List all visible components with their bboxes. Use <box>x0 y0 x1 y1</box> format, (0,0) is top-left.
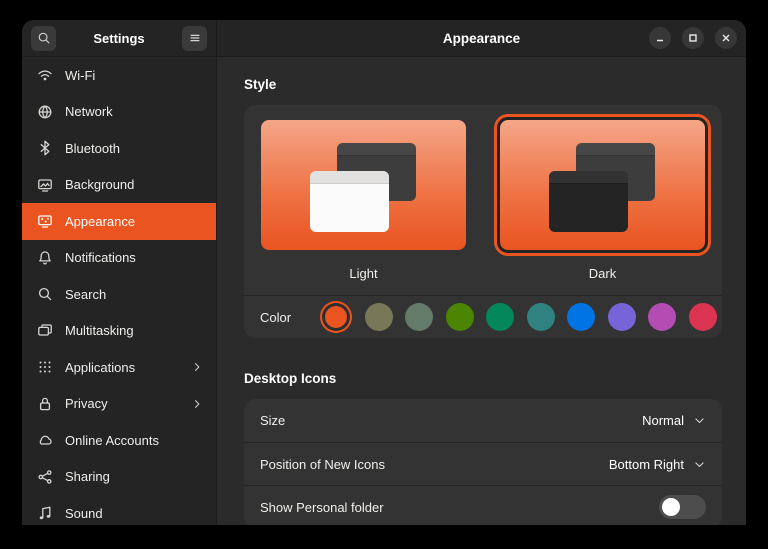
style-option-dark[interactable]: Dark <box>494 114 711 281</box>
position-label: Position of New Icons <box>260 457 385 472</box>
window-controls <box>649 27 746 49</box>
sidebar-item-appearance[interactable]: Appearance <box>22 203 216 240</box>
sidebar-item-search[interactable]: Search <box>22 276 216 313</box>
chevron-down-icon <box>693 458 706 471</box>
sidebar-item-privacy[interactable]: Privacy <box>22 386 216 423</box>
sidebar-item-label: Multitasking <box>65 323 134 338</box>
style-option-label: Dark <box>589 266 616 281</box>
position-of-new-icons-row[interactable]: Position of New Icons Bottom Right <box>244 442 722 485</box>
style-heading: Style <box>244 77 722 92</box>
size-value: Normal <box>642 413 684 428</box>
swatch-sage[interactable] <box>405 303 433 331</box>
sidebar-item-online-accounts[interactable]: Online Accounts <box>22 422 216 459</box>
sidebar-item-label: Privacy <box>65 396 108 411</box>
show-personal-folder-toggle[interactable] <box>659 495 706 519</box>
maximize-button[interactable] <box>682 27 704 49</box>
network-globe-icon <box>37 104 53 120</box>
sidebar-item-sharing[interactable]: Sharing <box>22 459 216 496</box>
wifi-icon <box>37 67 53 83</box>
sound-note-icon <box>37 505 53 521</box>
position-value: Bottom Right <box>609 457 684 472</box>
swatch-viridian[interactable] <box>486 303 514 331</box>
dark-style-preview <box>500 120 705 250</box>
share-icon <box>37 469 53 485</box>
desktop-icons-card: Size Normal Position of New Icons Bottom… <box>244 399 722 525</box>
show-personal-folder-label: Show Personal folder <box>260 500 384 515</box>
close-icon <box>720 32 732 44</box>
applications-grid-icon <box>37 359 53 375</box>
sidebar-item-label: Wi-Fi <box>65 68 95 83</box>
minimize-icon <box>654 32 666 44</box>
sidebar-item-sound[interactable]: Sound <box>22 495 216 525</box>
settings-window: Settings Wi-Fi Network <box>22 20 746 525</box>
swatch-prussian-green[interactable] <box>527 303 555 331</box>
sidebar-item-notifications[interactable]: Notifications <box>22 240 216 277</box>
sidebar-item-multitasking[interactable]: Multitasking <box>22 313 216 350</box>
background-icon <box>37 177 53 193</box>
accent-swatches <box>322 303 717 331</box>
size-row[interactable]: Size Normal <box>244 399 722 442</box>
sidebar-item-label: Search <box>65 287 106 302</box>
style-option-light[interactable]: Light <box>255 114 472 281</box>
swatch-purple[interactable] <box>608 303 636 331</box>
cloud-icon <box>37 432 53 448</box>
show-personal-folder-row: Show Personal folder <box>244 485 722 525</box>
headerbar: Appearance <box>217 20 746 57</box>
chevron-down-icon <box>693 414 706 427</box>
sidebar-item-bluetooth[interactable]: Bluetooth <box>22 130 216 167</box>
accent-color-row: Color <box>244 295 722 338</box>
color-label: Color <box>260 310 291 325</box>
sidebar-item-label: Applications <box>65 360 135 375</box>
swatch-bark[interactable] <box>365 303 393 331</box>
search-icon <box>37 286 53 302</box>
appearance-icon <box>37 213 53 229</box>
sidebar-header: Settings <box>22 20 216 57</box>
sidebar-item-label: Sharing <box>65 469 110 484</box>
appearance-content: Style Light <box>217 57 746 525</box>
minimize-button[interactable] <box>649 27 671 49</box>
search-icon <box>37 31 51 45</box>
hamburger-icon <box>188 31 202 45</box>
bell-icon <box>37 250 53 266</box>
sidebar-item-label: Appearance <box>65 214 135 229</box>
swatch-red[interactable] <box>689 303 717 331</box>
sidebar-item-applications[interactable]: Applications <box>22 349 216 386</box>
swatch-orange[interactable] <box>325 306 347 328</box>
sidebar-list: Wi-Fi Network Bluetooth <box>22 57 216 525</box>
bluetooth-icon <box>37 140 53 156</box>
sidebar-item-label: Online Accounts <box>65 433 159 448</box>
toggle-knob <box>662 498 680 516</box>
main-pane: Appearance <box>217 20 746 525</box>
chevron-right-icon <box>191 398 203 410</box>
style-option-label: Light <box>349 266 377 281</box>
sidebar-item-label: Network <box>65 104 113 119</box>
swatch-olive[interactable] <box>446 303 474 331</box>
swatch-magenta[interactable] <box>648 303 676 331</box>
sidebar-item-background[interactable]: Background <box>22 167 216 204</box>
light-style-preview <box>261 120 466 250</box>
desktop-icons-heading: Desktop Icons <box>244 371 722 386</box>
sidebar-item-label: Notifications <box>65 250 136 265</box>
sidebar-item-label: Background <box>65 177 134 192</box>
sidebar-item-label: Sound <box>65 506 103 521</box>
style-card: Light Dark Color <box>244 105 722 338</box>
menu-button[interactable] <box>182 26 207 51</box>
sidebar-item-wifi[interactable]: Wi-Fi <box>22 57 216 94</box>
lock-icon <box>37 396 53 412</box>
swatch-blue[interactable] <box>567 303 595 331</box>
maximize-icon <box>687 32 699 44</box>
sidebar-item-label: Bluetooth <box>65 141 120 156</box>
multitasking-icon <box>37 323 53 339</box>
search-button[interactable] <box>31 26 56 51</box>
size-label: Size <box>260 413 285 428</box>
style-options: Light Dark <box>244 105 722 295</box>
chevron-right-icon <box>191 361 203 373</box>
sidebar: Settings Wi-Fi Network <box>22 20 217 525</box>
sidebar-title: Settings <box>56 31 182 46</box>
sidebar-item-network[interactable]: Network <box>22 94 216 131</box>
close-button[interactable] <box>715 27 737 49</box>
